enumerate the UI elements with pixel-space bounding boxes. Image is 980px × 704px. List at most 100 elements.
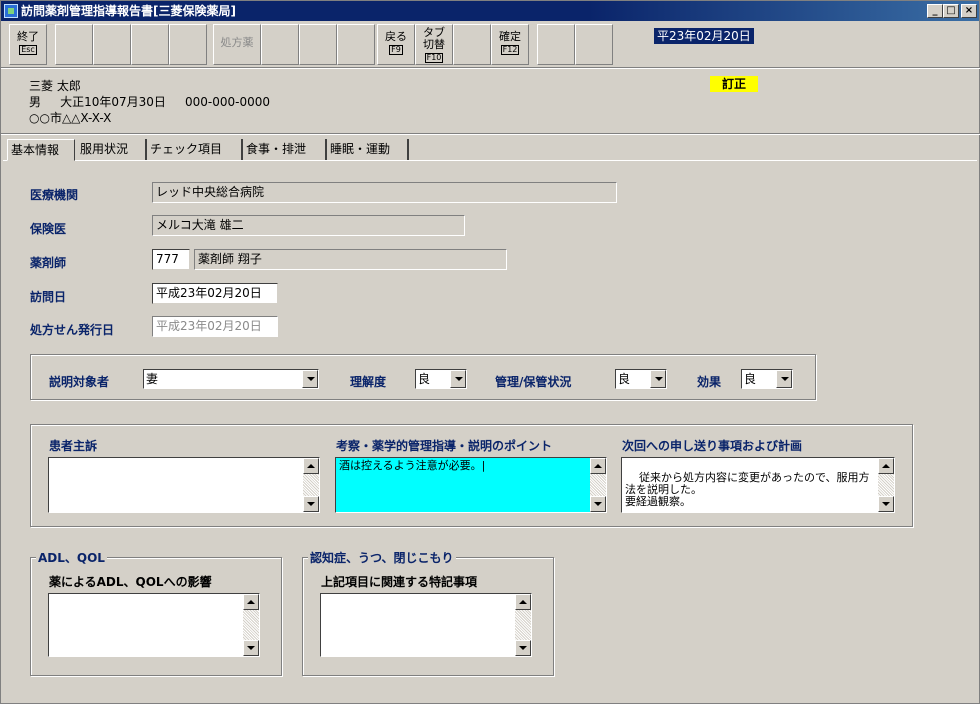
toolbar-empty-button[interactable]: [261, 24, 299, 65]
close-button[interactable]: ×: [961, 4, 977, 18]
toolbar-empty-button[interactable]: [299, 24, 337, 65]
exit-key: Esc: [19, 45, 37, 55]
rx-issue-date-input[interactable]: 平成23年02月20日: [152, 316, 278, 337]
tab-switch-button[interactable]: タブ 切替 F10: [415, 24, 453, 65]
scroll-up-icon[interactable]: [515, 594, 531, 610]
visit-date-input[interactable]: 平成23年02月20日: [152, 283, 278, 304]
scroll-up-icon[interactable]: [878, 458, 894, 474]
toolbar-empty-button[interactable]: [337, 24, 375, 65]
scroll-down-icon[interactable]: [878, 496, 894, 512]
pharmacist-label: 薬剤師: [30, 256, 67, 270]
minimize-button[interactable]: _: [927, 4, 943, 18]
app-icon: [4, 4, 18, 18]
scroll-down-icon[interactable]: [243, 640, 259, 656]
dropdown-arrow-icon[interactable]: [776, 370, 792, 388]
understanding-select[interactable]: 良: [415, 369, 467, 389]
effect-select[interactable]: 良: [741, 369, 793, 389]
prescription-label: 処方薬: [220, 36, 254, 49]
explanation-target-select[interactable]: 妻: [143, 369, 319, 389]
effect-value: 良: [744, 372, 757, 386]
management-select[interactable]: 良: [615, 369, 667, 389]
patient-name: 三菱 太郎: [29, 79, 81, 93]
toolbar-empty-button[interactable]: [575, 24, 613, 65]
management-value: 良: [618, 372, 631, 386]
confirm-key: F12: [500, 45, 520, 55]
complaint-scrollbar[interactable]: [303, 458, 319, 512]
dropdown-arrow-icon[interactable]: [450, 370, 466, 388]
back-key: F9: [389, 45, 403, 55]
next-plan-label: 次回への申し送り事項および計画: [622, 439, 803, 453]
dementia-label: 上記項目に関連する特記事項: [321, 575, 478, 589]
toolbar-empty-button[interactable]: [55, 24, 93, 65]
window-title: 訪問薬剤管理指導報告書[三菱保険薬局]: [21, 4, 236, 18]
scroll-up-icon[interactable]: [243, 594, 259, 610]
toolbar-empty-button[interactable]: [453, 24, 491, 65]
points-text: 酒は控えるよう注意が必要。|: [339, 459, 486, 472]
points-textarea[interactable]: 酒は控えるよう注意が必要。|: [335, 457, 607, 513]
explanation-target-value: 妻: [146, 372, 159, 386]
maximize-button[interactable]: □: [943, 4, 959, 18]
toolbar-empty-button[interactable]: [537, 24, 575, 65]
tab-check-items[interactable]: チェック項目: [147, 139, 243, 160]
scroll-down-icon[interactable]: [590, 496, 606, 512]
medical-institution-label: 医療機関: [30, 188, 79, 202]
understanding-value: 良: [418, 372, 431, 386]
prescription-button[interactable]: 処方薬: [213, 24, 261, 65]
next-plan-textarea[interactable]: 従来から処方内容に変更があったので、服用方法を説明した。 要経過観察。: [621, 457, 895, 513]
app-window: 訪問薬剤管理指導報告書[三菱保険薬局] _ □ × 終了 Esc 処方薬 戻る …: [0, 0, 980, 704]
back-button[interactable]: 戻る F9: [377, 24, 415, 65]
header-divider: [1, 133, 980, 135]
medical-institution-field: レッド中央総合病院: [152, 182, 617, 203]
toolbar-empty-button[interactable]: [169, 24, 207, 65]
rx-issue-date-label: 処方せん発行日: [30, 323, 115, 337]
scroll-up-icon[interactable]: [590, 458, 606, 474]
visit-date-label: 訪問日: [30, 290, 67, 304]
explanation-target-label: 説明対象者: [49, 375, 110, 389]
report-date: 平23年02月20日: [654, 28, 754, 44]
scroll-up-icon[interactable]: [303, 458, 319, 474]
patient-info: 三菱 太郎 男 大正10年07月30日 000-000-0000 ○○市△△X-…: [29, 78, 270, 126]
tab-meal-excretion[interactable]: 食事・排泄: [243, 139, 327, 160]
insurance-doctor-field: メルコ大滝 雄二: [152, 215, 465, 236]
complaint-label: 患者主訴: [49, 439, 98, 453]
adl-group-title: ADL、QOL: [36, 549, 107, 566]
confirm-button[interactable]: 確定 F12: [491, 24, 529, 65]
pharmacist-name-field: 薬剤師 翔子: [194, 249, 507, 270]
adl-textarea[interactable]: [48, 593, 260, 657]
dementia-scrollbar[interactable]: [515, 594, 531, 656]
tab-switch-label-2: 切替: [423, 38, 445, 51]
management-label: 管理/保管状況: [495, 375, 572, 389]
scroll-down-icon[interactable]: [515, 640, 531, 656]
exit-button[interactable]: 終了 Esc: [9, 24, 47, 65]
dementia-textarea[interactable]: [320, 593, 532, 657]
scroll-down-icon[interactable]: [303, 496, 319, 512]
confirm-label: 確定: [499, 30, 521, 43]
pharmacist-code-input[interactable]: 777: [152, 249, 190, 270]
tab-switch-key: F10: [424, 53, 444, 63]
next-plan-scrollbar[interactable]: [878, 458, 894, 512]
complaint-textarea[interactable]: [48, 457, 320, 513]
patient-phone: 000-000-0000: [184, 95, 270, 109]
patient-sex: 男: [29, 95, 42, 109]
dropdown-arrow-icon[interactable]: [302, 370, 318, 388]
next-plan-text: 従来から処方内容に変更があったので、服用方法を説明した。 要経過観察。: [625, 471, 870, 508]
title-bar: 訪問薬剤管理指導報告書[三菱保険薬局] _ □ ×: [1, 1, 979, 21]
tab-basic-info[interactable]: 基本情報: [7, 139, 75, 161]
dementia-group-title: 認知症、うつ、閉じこもり: [308, 549, 456, 566]
toolbar-divider: [1, 67, 980, 69]
toolbar-empty-button[interactable]: [93, 24, 131, 65]
dropdown-arrow-icon[interactable]: [650, 370, 666, 388]
correction-badge: 訂正: [710, 76, 758, 92]
toolbar-empty-button[interactable]: [131, 24, 169, 65]
tab-sleep-exercise[interactable]: 睡眠・運動: [327, 139, 409, 160]
adl-scrollbar[interactable]: [243, 594, 259, 656]
patient-details-row: 男 大正10年07月30日 000-000-0000: [29, 94, 270, 110]
effect-label: 効果: [697, 375, 722, 389]
tab-medication-status[interactable]: 服用状況: [77, 139, 147, 160]
adl-label: 薬によるADL、QOLへの影響: [49, 575, 212, 589]
understanding-label: 理解度: [350, 375, 387, 389]
patient-birthdate: 大正10年07月30日: [60, 95, 166, 109]
exit-label: 終了: [17, 30, 39, 43]
points-scrollbar[interactable]: [590, 458, 606, 512]
insurance-doctor-label: 保険医: [30, 222, 67, 236]
